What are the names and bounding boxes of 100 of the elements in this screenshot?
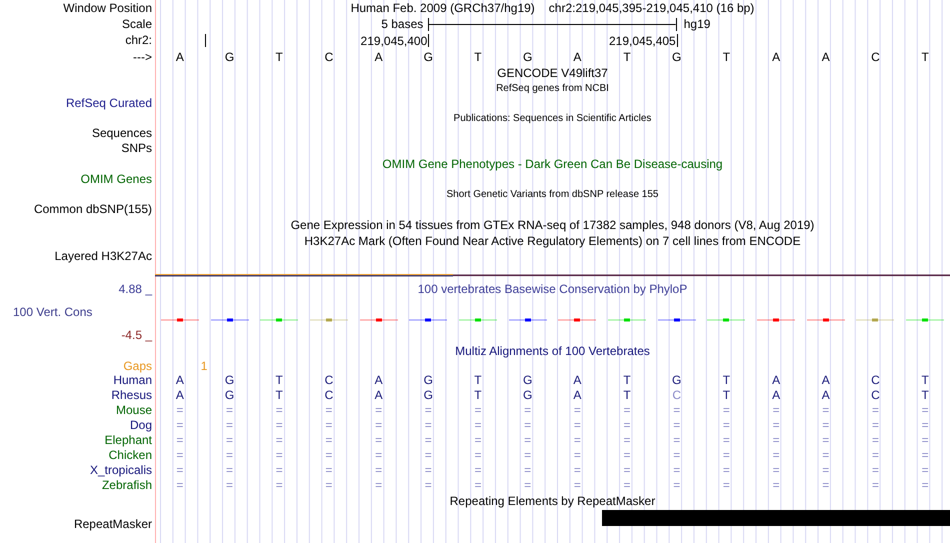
- alignment-base: =: [325, 479, 332, 492]
- track-title: Publications: Sequences in Scientific Articles: [454, 112, 652, 124]
- alignment-base: =: [424, 419, 432, 432]
- alignment-base: T: [276, 389, 283, 402]
- track-label[interactable]: 100 Vert. Cons: [13, 306, 92, 319]
- alignment-base: =: [822, 479, 830, 492]
- tick-mark: [204, 34, 206, 47]
- track-title: H3K27Ac Mark (Often Found Near Active Regulatory Elements) on 7 cell lines from ENCODE: [304, 234, 801, 248]
- species-label[interactable]: Mouse: [116, 404, 152, 417]
- alignment-base: =: [872, 464, 879, 477]
- coordinate-label: 219,045,400: [360, 34, 428, 48]
- assembly-label: hg19: [684, 17, 710, 31]
- alignment-base: =: [722, 449, 730, 462]
- assembly-title: Human Feb. 2009 (GRCh37/hg19): [350, 1, 535, 15]
- alignment-base: =: [574, 479, 581, 492]
- strand-label[interactable]: --->: [133, 50, 152, 64]
- alignment-base: =: [872, 404, 879, 417]
- alignment-base: =: [524, 434, 532, 447]
- alignment-base: =: [624, 449, 631, 462]
- alignment-base: =: [176, 434, 184, 447]
- alignment-base: =: [772, 419, 780, 432]
- axis-label[interactable]: 4.88 _: [118, 282, 152, 296]
- alignment-base: =: [474, 419, 482, 432]
- alignment-base: =: [822, 404, 830, 417]
- base-letter: T: [474, 50, 482, 64]
- alignment-base: =: [822, 464, 830, 477]
- alignment-base: =: [474, 434, 482, 447]
- alignment-base: =: [474, 479, 482, 492]
- alignment-base: T: [921, 374, 929, 387]
- alignment-base: T: [623, 374, 631, 387]
- alignment-base: C: [672, 389, 682, 402]
- alignment-base: =: [325, 434, 332, 447]
- alignment-base: =: [922, 419, 929, 432]
- alignment-base: =: [276, 434, 283, 447]
- alignment-base: =: [772, 404, 780, 417]
- species-label[interactable]: Rhesus: [111, 389, 152, 402]
- alignment-base: =: [375, 434, 382, 447]
- species-label[interactable]: Zebrafish: [102, 479, 152, 492]
- species-label[interactable]: Dog: [130, 419, 152, 432]
- alignment-base: =: [226, 434, 234, 447]
- track-title: GENCODE V49lift37: [497, 66, 608, 80]
- track-label[interactable]: Common dbSNP(155): [34, 203, 152, 216]
- alignment-base: G: [672, 374, 682, 387]
- alignment-base: =: [176, 404, 184, 417]
- alignment-base: =: [325, 419, 332, 432]
- alignment-base: C: [871, 374, 880, 387]
- alignment-base: =: [176, 449, 184, 462]
- species-label[interactable]: Chicken: [108, 449, 152, 462]
- alignment-base: G: [224, 374, 234, 387]
- track-label[interactable]: RepeatMasker: [74, 518, 152, 530]
- track-label[interactable]: -4.5 _: [121, 329, 152, 342]
- window-position-label[interactable]: Window Position: [63, 2, 152, 14]
- alignment-base: =: [673, 464, 680, 477]
- alignment-base: =: [524, 479, 532, 492]
- alignment-base: A: [822, 374, 830, 387]
- base-letter: A: [822, 50, 830, 64]
- alignment-base: =: [424, 464, 432, 477]
- base-letter: A: [176, 50, 184, 64]
- species-label[interactable]: Human: [113, 374, 152, 387]
- alignment-base: =: [872, 434, 879, 447]
- alignment-base: =: [574, 404, 581, 417]
- alignment-base: =: [772, 479, 780, 492]
- alignment-base: =: [375, 419, 382, 432]
- alignment-base: =: [375, 449, 382, 462]
- track-label[interactable]: SNPs: [121, 142, 152, 155]
- base-letter: G: [522, 50, 532, 64]
- alignment-base: =: [673, 404, 680, 417]
- alignment-base: T: [276, 374, 283, 387]
- alignment-base: =: [624, 434, 631, 447]
- track-label[interactable]: OMIM Genes: [80, 173, 152, 186]
- alignment-base: =: [176, 464, 184, 477]
- scale-text: 5 bases: [381, 17, 424, 31]
- alignment-base: T: [921, 389, 929, 402]
- alignment-base: T: [722, 374, 730, 387]
- alignment-base: =: [375, 404, 382, 417]
- alignment-base: =: [375, 464, 382, 477]
- track-label[interactable]: RefSeq Curated: [66, 97, 152, 110]
- scale-label[interactable]: Scale: [122, 18, 152, 30]
- alignment-base: T: [474, 374, 482, 387]
- alignment-base: =: [673, 479, 680, 492]
- alignment-base: =: [772, 464, 780, 477]
- species-label[interactable]: Elephant: [104, 434, 152, 447]
- alignment-base: =: [772, 434, 780, 447]
- alignment-base: =: [822, 434, 830, 447]
- alignment-base: =: [226, 479, 234, 492]
- track-label[interactable]: Layered H3K27Ac: [54, 250, 152, 263]
- coordinate-label: 219,045,405: [608, 34, 676, 48]
- alignment-base: C: [324, 374, 334, 387]
- base-letter: G: [672, 50, 682, 64]
- alignment-base: =: [922, 449, 929, 462]
- alignment-base: =: [922, 434, 929, 447]
- track-label[interactable]: Sequences: [92, 127, 152, 140]
- alignment-base: =: [673, 434, 680, 447]
- alignment-base: =: [226, 449, 234, 462]
- alignment-base: G: [424, 374, 433, 387]
- alignment-base: =: [524, 419, 532, 432]
- chromosome-label[interactable]: chr2:: [125, 34, 152, 47]
- track-title: OMIM Gene Phenotypes - Dark Green Can Be Disease-causing: [382, 157, 723, 171]
- species-label[interactable]: X_tropicalis: [90, 464, 152, 477]
- base-letter: C: [871, 50, 880, 64]
